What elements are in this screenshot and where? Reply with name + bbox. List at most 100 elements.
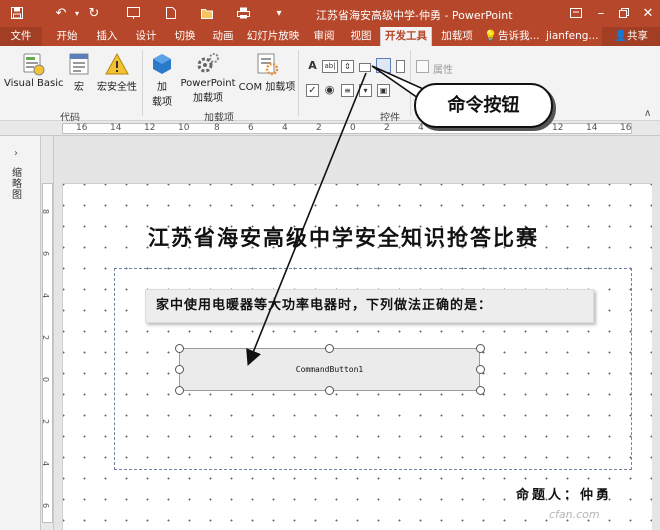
- watermark-text: cfan.com: [549, 508, 600, 521]
- share-button[interactable]: 👤共享: [602, 27, 660, 46]
- tab-addins[interactable]: 加载项: [434, 27, 480, 46]
- ruler-tick: 8: [41, 208, 51, 215]
- tab-animations[interactable]: 动画: [204, 27, 242, 46]
- title-bar: ↶ ▾ ↻ ▾ 江苏省海安高级中学-仲勇 - PowerPoint – ✕: [0, 0, 660, 27]
- ruler-tick: 12: [144, 123, 156, 133]
- open-icon[interactable]: [198, 4, 216, 22]
- gear-icon: [197, 53, 219, 73]
- resize-handle-s[interactable]: [325, 386, 334, 395]
- image-control-icon[interactable]: [376, 58, 391, 73]
- customize-qat-icon[interactable]: ▾: [270, 4, 288, 22]
- vertical-ruler-track: [42, 183, 53, 523]
- com-addins-icon: [257, 53, 279, 76]
- tab-home[interactable]: 开始: [48, 27, 86, 46]
- checkbox-control-icon[interactable]: ✓: [306, 84, 319, 97]
- ruler-tick: 4: [41, 292, 51, 299]
- toggle-button-control-icon[interactable]: ▣: [377, 84, 390, 97]
- resize-handle-nw[interactable]: [175, 344, 184, 353]
- ppt-addins-label-line2: 加载项: [193, 93, 223, 104]
- user-account[interactable]: jianfeng...: [546, 27, 602, 46]
- tab-slideshow[interactable]: 幻灯片放映: [243, 27, 303, 46]
- command-button-control-icon[interactable]: [359, 63, 371, 72]
- slide-title[interactable]: 江苏省海安高级中学安全知识抢答比赛: [148, 222, 539, 252]
- ppt-addins-button[interactable]: PowerPoint 加载项: [180, 52, 236, 104]
- ruler-tick: 4: [418, 123, 424, 133]
- macro-security-button[interactable]: 宏安全性: [95, 52, 139, 93]
- print-icon[interactable]: [234, 4, 252, 22]
- ruler-tick: 8: [214, 123, 220, 133]
- tab-design[interactable]: 设计: [127, 27, 165, 46]
- restore-icon[interactable]: [612, 2, 636, 24]
- ribbon: Visual Basic 宏 宏安全性 代码 加 载项 PowerPoint 加…: [0, 46, 660, 124]
- resize-handle-n[interactable]: [325, 344, 334, 353]
- thumbnail-pane-label[interactable]: 缩略图: [12, 168, 26, 201]
- ruler-tick: 0: [41, 376, 51, 383]
- combobox-control-icon[interactable]: ▾: [359, 84, 372, 97]
- redo-icon[interactable]: ↻: [85, 4, 103, 22]
- resize-handle-ne[interactable]: [476, 344, 485, 353]
- minimize-icon[interactable]: –: [589, 2, 613, 24]
- start-slideshow-icon[interactable]: [124, 4, 142, 22]
- ruler-tick: 16: [620, 123, 632, 133]
- listbox-control-icon[interactable]: ≡: [341, 84, 354, 97]
- ruler-tick: 0: [350, 123, 356, 133]
- scrollbar-control-icon[interactable]: [396, 60, 405, 73]
- ruler-tick: 2: [41, 334, 51, 341]
- window-title: 江苏省海安高级中学-仲勇 - PowerPoint: [316, 9, 513, 22]
- ruler-tick: 2: [41, 418, 51, 425]
- resize-handle-e[interactable]: [476, 365, 485, 374]
- collapse-ribbon-icon[interactable]: ∧: [644, 108, 651, 119]
- properties-icon: [416, 60, 429, 73]
- tab-view[interactable]: 视图: [343, 27, 379, 46]
- com-addins-button[interactable]: COM 加载项: [238, 52, 296, 93]
- new-icon[interactable]: [162, 4, 180, 22]
- group-separator: [298, 50, 299, 116]
- addins-label-line2: 载项: [152, 97, 172, 108]
- share-label: 共享: [627, 30, 649, 42]
- save-icon[interactable]: [8, 4, 26, 22]
- addins-icon: [153, 54, 171, 74]
- group-separator: [410, 50, 411, 116]
- visual-basic-icon: [23, 53, 45, 76]
- lightbulb-icon[interactable]: 💡: [484, 27, 497, 46]
- question-textbox[interactable]: 家中使用电暖器等大功率电器时，下列做法正确的是：: [145, 289, 594, 323]
- tell-me-box[interactable]: 告诉我...: [498, 27, 546, 46]
- properties-button[interactable]: 属性: [433, 61, 453, 76]
- tab-transitions[interactable]: 切换: [166, 27, 204, 46]
- ruler-tick: 16: [76, 123, 88, 133]
- resize-handle-sw[interactable]: [175, 386, 184, 395]
- ruler-tick: 6: [41, 502, 51, 509]
- ppt-addins-label-line1: PowerPoint: [180, 78, 236, 89]
- label-control-icon[interactable]: A: [306, 60, 319, 73]
- expand-pane-icon[interactable]: ›: [14, 148, 18, 159]
- author-text[interactable]: 命题人：仲勇: [516, 484, 612, 503]
- addins-button[interactable]: 加 载项: [146, 52, 178, 108]
- resize-handle-se[interactable]: [476, 386, 485, 395]
- textbox-control-icon[interactable]: ab|: [322, 60, 338, 73]
- tab-file[interactable]: 文件: [0, 27, 42, 46]
- macros-label: 宏: [74, 82, 84, 93]
- tab-insert[interactable]: 插入: [88, 27, 126, 46]
- undo-dropdown-icon[interactable]: ▾: [68, 4, 86, 22]
- ruler-tick: 2: [384, 123, 390, 133]
- close-icon[interactable]: ✕: [636, 2, 660, 24]
- ribbon-display-options-icon[interactable]: [564, 2, 588, 24]
- ruler-tick: 12: [552, 123, 564, 133]
- command-button-control[interactable]: CommandButton1: [179, 348, 480, 391]
- macros-icon: [69, 53, 89, 75]
- ruler-tick: 6: [41, 250, 51, 257]
- ruler-tick: 2: [316, 123, 322, 133]
- option-button-control-icon[interactable]: ◉: [323, 84, 336, 97]
- resize-handle-w[interactable]: [175, 365, 184, 374]
- ribbon-tabs: 文件 开始 插入 设计 切换 动画 幻灯片放映 审阅 视图 开发工具 加载项 💡…: [0, 27, 660, 46]
- spin-button-control-icon[interactable]: ⇕: [341, 60, 354, 73]
- macros-button[interactable]: 宏: [64, 52, 94, 93]
- tab-review[interactable]: 审阅: [305, 27, 343, 46]
- visual-basic-label: Visual Basic: [4, 78, 64, 89]
- ruler-tick: 4: [41, 460, 51, 467]
- visual-basic-button[interactable]: Visual Basic: [4, 52, 64, 89]
- callout-bubble: 命令按钮: [414, 83, 553, 128]
- ruler-tick: 4: [282, 123, 288, 133]
- tab-developer[interactable]: 开发工具: [380, 27, 432, 46]
- com-addins-label: COM 加载项: [238, 82, 296, 93]
